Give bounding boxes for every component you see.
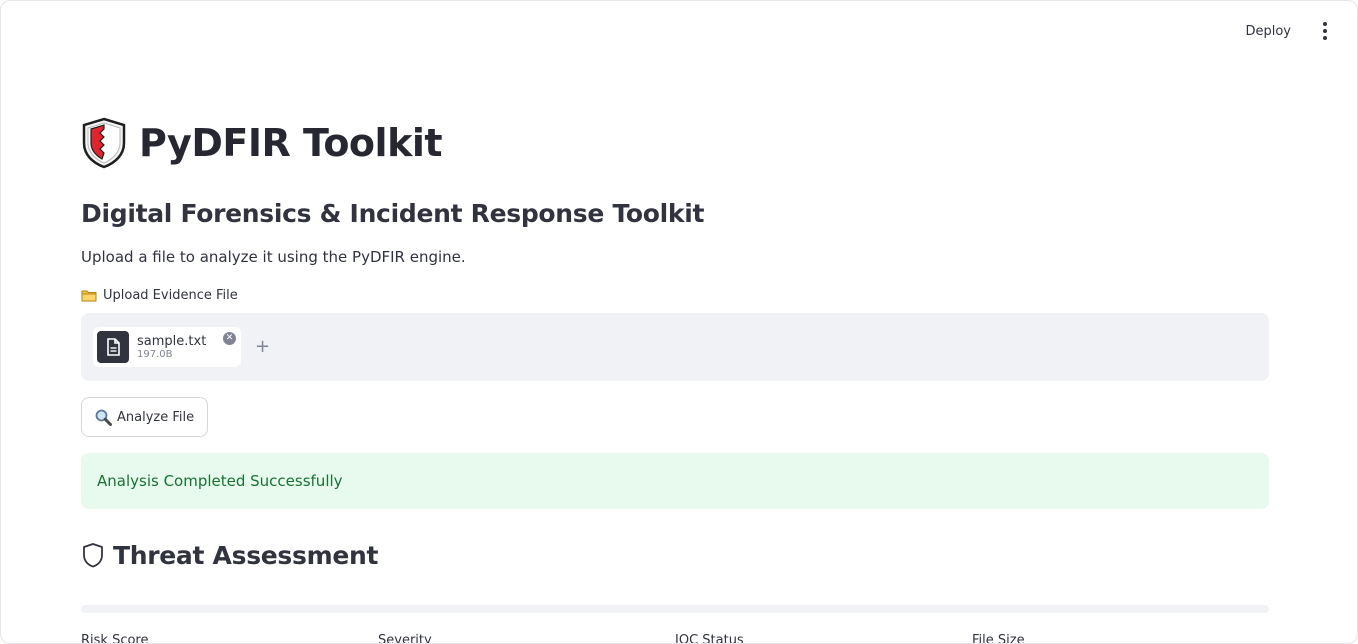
shield-outline-icon — [83, 543, 103, 568]
analyze-button-label: Analyze File — [117, 409, 195, 425]
file-meta: sample.txt 197.0B — [137, 334, 206, 361]
risk-progress-bar — [81, 605, 1269, 613]
threat-section-header: Threat Assessment — [81, 539, 1269, 571]
metric-file-size: File Size — [972, 633, 1025, 644]
metric-ioc-status: IOC Status — [675, 633, 744, 644]
uploaded-file-chip: sample.txt 197.0B ✕ — [93, 327, 241, 367]
upload-label: Upload Evidence File — [103, 288, 238, 303]
top-toolbar: Deploy — [1, 1, 1357, 61]
upload-label-row: Upload Evidence File — [81, 288, 1269, 303]
page-description: Upload a file to analyze it using the Py… — [81, 248, 466, 266]
page-title: PyDFIR Toolkit — [139, 121, 443, 165]
file-size: 197.0B — [137, 348, 173, 360]
success-alert: Analysis Completed Successfully — [81, 453, 1269, 509]
file-name: sample.txt — [137, 333, 207, 349]
metric-severity: Severity — [378, 633, 432, 644]
file-dropzone[interactable]: sample.txt 197.0B ✕ + — [81, 313, 1269, 381]
close-circle-icon[interactable]: ✕ — [223, 332, 236, 345]
shield-icon — [82, 117, 126, 169]
success-message: Analysis Completed Successfully — [97, 472, 343, 490]
folder-icon — [81, 290, 97, 302]
app-window: Deploy PyDFIR Toolkit Digital Forensics … — [0, 0, 1358, 644]
document-icon — [97, 331, 129, 363]
kebab-menu-icon[interactable] — [1315, 19, 1335, 43]
metric-risk-score: Risk Score — [81, 633, 149, 644]
title-row: PyDFIR Toolkit — [81, 113, 1269, 173]
magnifier-icon — [95, 409, 112, 426]
threat-section-title: Threat Assessment — [113, 540, 379, 570]
page-subtitle: Digital Forensics & Incident Response To… — [81, 199, 705, 228]
deploy-button[interactable]: Deploy — [1235, 18, 1301, 45]
metrics-row: Risk Score Severity IOC Status File Size — [81, 633, 1269, 644]
add-file-button[interactable]: + — [255, 338, 270, 356]
analyze-file-button[interactable]: Analyze File — [81, 397, 209, 437]
main-content: PyDFIR Toolkit Digital Forensics & Incid… — [81, 113, 1269, 644]
